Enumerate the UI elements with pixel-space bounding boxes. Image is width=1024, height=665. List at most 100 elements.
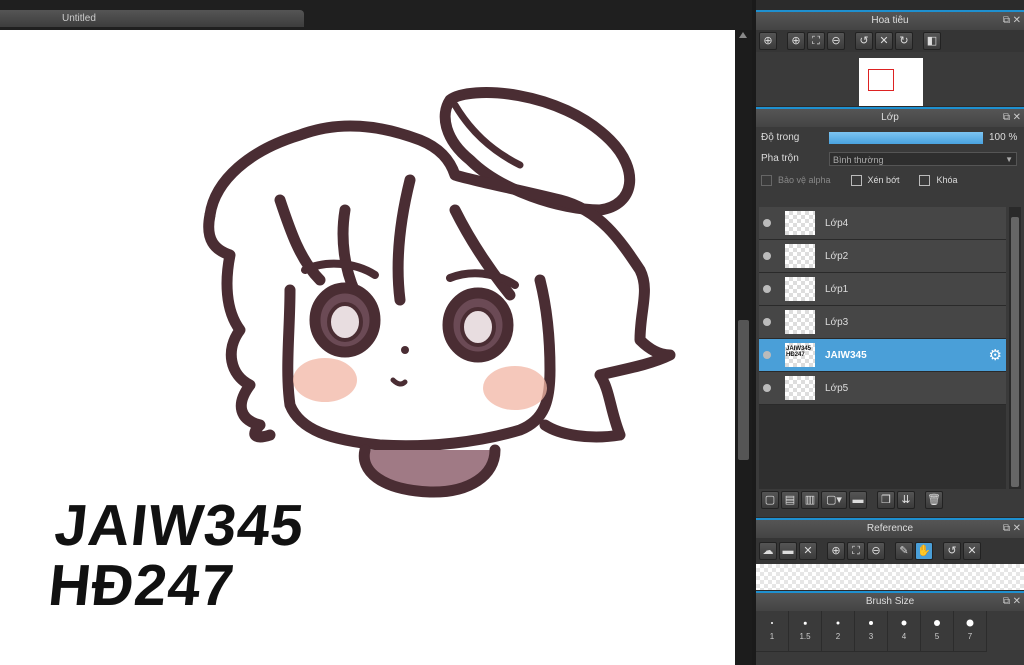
layers-panel: Lớp ⧉ ✕ Độ trong 100 % Pha trộn Bình thư… [756, 107, 1024, 517]
zoom-in-icon[interactable]: ⊕ [827, 542, 845, 560]
open-folder-icon[interactable]: ▬ [779, 542, 797, 560]
layer-thumbnail [785, 211, 815, 235]
protect-alpha-checkbox[interactable]: Bảo vệ alpha [761, 174, 831, 186]
brush-dot-icon [869, 621, 873, 625]
opacity-slider[interactable] [829, 131, 983, 144]
reference-view[interactable] [756, 564, 1024, 590]
layer-row[interactable]: Lớp5 [759, 372, 1006, 405]
eye-icon[interactable] [763, 252, 771, 260]
navigator-panel: Hoa tiêu ⧉ ✕ ⊕ ⊕ ⛶ ⊖ ↺ ✕ ↻ ◧ [756, 10, 1024, 106]
popout-icon[interactable]: ⧉ [1003, 520, 1010, 538]
popout-icon[interactable]: ⧉ [1003, 109, 1010, 127]
layer-row-selected[interactable]: JAIW345 HĐ247 JAIW345 ⚙ [759, 339, 1006, 372]
scroll-thumb[interactable] [738, 320, 749, 460]
rotate-right-icon[interactable]: ↻ [895, 32, 913, 50]
brush-size-panel: Brush Size ⧉ ✕ 1 1.5 2 3 4 5 7 [756, 591, 1024, 665]
close-icon[interactable]: ✕ [1013, 109, 1021, 127]
close-icon[interactable]: ✕ [1013, 12, 1021, 30]
reset-icon[interactable]: ✕ [963, 542, 981, 560]
navigator-header: Hoa tiêu ⧉ ✕ [756, 10, 1024, 30]
rotate-icon[interactable]: ↺ [943, 542, 961, 560]
eye-icon[interactable] [763, 351, 771, 359]
scroll-up-icon[interactable] [739, 32, 747, 38]
brush-size-cell[interactable]: 1.5 [789, 611, 822, 652]
new-layer-8bit-icon[interactable]: ▤ [781, 491, 799, 509]
duplicate-icon[interactable]: ❐ [877, 491, 895, 509]
chevron-down-icon: ▼ [1005, 154, 1013, 164]
layer-thumbnail [785, 244, 815, 268]
brush-size-cell[interactable]: 4 [888, 611, 921, 652]
brush-dot-icon [901, 620, 907, 626]
cloud-icon[interactable]: ☁ [759, 542, 777, 560]
scroll-thumb[interactable] [1011, 217, 1019, 487]
popout-icon[interactable]: ⧉ [1003, 12, 1010, 30]
layer-toolbar: ▢ ▤ ▥ ▢▾ ▬ ❐ ⇊ 🗑 [756, 489, 1024, 511]
gear-icon[interactable]: ⚙ [989, 346, 1002, 364]
brush-dot-icon [966, 619, 974, 627]
hand-icon[interactable]: ✋ [915, 542, 933, 560]
brush-size-label: 5 [934, 632, 940, 641]
fit-icon[interactable]: ⛶ [847, 542, 865, 560]
eye-icon[interactable] [763, 384, 771, 392]
layer-thumbnail [785, 277, 815, 301]
layer-row[interactable]: Lớp3 [759, 306, 1006, 339]
brush-size-cell[interactable]: 3 [855, 611, 888, 652]
brush-size-label: 1.5 [799, 632, 811, 641]
popout-icon[interactable]: ⧉ [1003, 593, 1010, 611]
brush-size-title: Brush Size [865, 596, 915, 607]
clipping-checkbox[interactable]: Xén bớt [850, 174, 899, 186]
navigator-view[interactable] [756, 52, 1024, 106]
document-tab[interactable]: Untitled [0, 10, 304, 27]
trash-icon[interactable]: 🗑 [925, 491, 943, 509]
zoom-out-icon[interactable]: ⊖ [827, 32, 845, 50]
eye-icon[interactable] [763, 219, 771, 227]
merge-icon[interactable]: ⇊ [897, 491, 915, 509]
brush-size-grid: 1 1.5 2 3 4 5 7 [756, 611, 1006, 656]
canvas-vertical-scrollbar[interactable] [735, 30, 752, 665]
brush-size-header: Brush Size ⧉ ✕ [756, 591, 1024, 611]
close-icon[interactable]: ✕ [1013, 520, 1021, 538]
new-layer-icon[interactable]: ▢ [761, 491, 779, 509]
new-layer-1bit-icon[interactable]: ▥ [801, 491, 819, 509]
document-tab-bar: Untitled [0, 0, 756, 30]
folder-icon[interactable]: ▬ [849, 491, 867, 509]
zoom-in-icon[interactable]: ⊕ [787, 32, 805, 50]
brush-dot-icon [803, 621, 807, 625]
lock-checkbox[interactable]: Khóa [919, 174, 958, 186]
blend-row: Pha trộn Bình thường ▼ [756, 148, 1024, 169]
layers-header: Lớp ⧉ ✕ [756, 107, 1024, 127]
brush-size-cell[interactable]: 1 [756, 611, 789, 652]
rotate-left-icon[interactable]: ↺ [855, 32, 873, 50]
eye-icon[interactable] [763, 318, 771, 326]
layer-row[interactable]: Lớp4 [759, 207, 1006, 240]
reset-icon[interactable]: ✕ [875, 32, 893, 50]
blend-label: Pha trộn [761, 153, 799, 164]
reference-toolbar: ☁ ▬ ✕ ⊕ ⛶ ⊖ ✎ ✋ ↺ ✕ [756, 538, 1024, 564]
view-frame[interactable] [868, 69, 894, 91]
drawing-canvas[interactable]: JAIW345 HĐ247 [0, 30, 735, 665]
add-layer-dropdown-icon[interactable]: ▢▾ [821, 491, 847, 509]
navigator-title: Hoa tiêu [871, 15, 909, 26]
layer-thumbnail: JAIW345 HĐ247 [785, 343, 815, 367]
close-icon[interactable]: ✕ [1013, 593, 1021, 611]
layer-list-scrollbar[interactable] [1009, 207, 1021, 503]
close-icon[interactable]: ✕ [799, 542, 817, 560]
zoom-out-icon[interactable]: ⊖ [867, 542, 885, 560]
brush-size-cell[interactable]: 7 [954, 611, 987, 652]
brush-dot-icon [836, 621, 840, 625]
eyedropper-icon[interactable]: ✎ [895, 542, 913, 560]
navigator-preview[interactable] [859, 58, 923, 106]
brush-size-cell[interactable]: 5 [921, 611, 954, 652]
brush-dot-icon [934, 620, 940, 626]
zoom-in-icon[interactable]: ⊕ [759, 32, 777, 50]
eye-icon[interactable] [763, 285, 771, 293]
opacity-value: 100 % [989, 132, 1018, 143]
layer-row[interactable]: Lớp2 [759, 240, 1006, 273]
layer-row[interactable]: Lớp1 [759, 273, 1006, 306]
brush-size-cell[interactable]: 2 [822, 611, 855, 652]
fit-icon[interactable]: ⛶ [807, 32, 825, 50]
blend-mode-select[interactable]: Bình thường ▼ [829, 151, 1017, 166]
flip-icon[interactable]: ◧ [923, 32, 941, 50]
layer-thumbnail [785, 310, 815, 334]
reference-title: Reference [866, 523, 914, 534]
